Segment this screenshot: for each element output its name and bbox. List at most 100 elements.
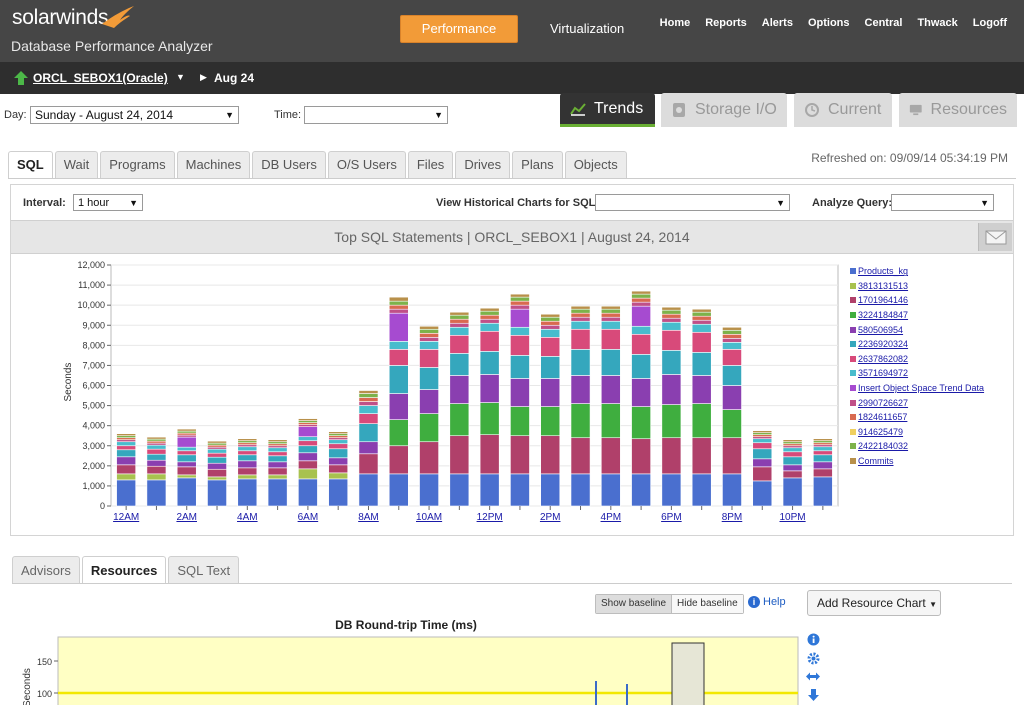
bar-segment <box>510 296 530 302</box>
bar-segment <box>207 444 227 448</box>
view-tab-storage-io[interactable]: Storage I/O <box>661 93 787 127</box>
bar-segment <box>116 437 136 441</box>
bar-segment <box>752 442 773 450</box>
legend-label[interactable]: 3571694972 <box>858 368 908 378</box>
legend-label[interactable]: 580506954 <box>858 325 903 335</box>
legend-item[interactable]: 2236920324 <box>850 337 984 352</box>
bar-segment <box>691 311 712 317</box>
tab-wait[interactable]: Wait <box>54 151 99 178</box>
nav-logoff[interactable]: Logoff <box>973 17 1007 29</box>
bar-segment <box>207 476 227 481</box>
legend-item[interactable]: 1824611657 <box>850 410 984 425</box>
bar-segment <box>510 293 530 298</box>
tab-drives[interactable]: Drives <box>455 151 511 178</box>
legend-item[interactable]: 2990726627 <box>850 395 984 410</box>
bar-segment <box>146 444 167 450</box>
legend-label[interactable]: Commits <box>858 456 894 466</box>
bar-segment <box>267 455 288 463</box>
show-baseline-button[interactable]: Show baseline <box>596 595 673 613</box>
legend-label[interactable]: 2637862082 <box>858 354 908 364</box>
nav-options[interactable]: Options <box>808 17 850 29</box>
tab-programs[interactable]: Programs <box>100 151 175 178</box>
gear-icon[interactable] <box>806 652 820 666</box>
view-tab-current[interactable]: Current <box>794 93 892 127</box>
tab-files[interactable]: Files <box>407 151 454 178</box>
bar-segment <box>419 389 439 414</box>
legend-item[interactable]: 1701964146 <box>850 293 984 308</box>
tab-machines[interactable]: Machines <box>176 151 251 178</box>
tab-plans[interactable]: Plans <box>512 151 563 178</box>
legend-item[interactable]: Insert Object Space Trend Data <box>850 381 984 396</box>
database-selector[interactable]: ORCL_SEBOX1(Oracle) <box>33 71 168 85</box>
tab-sql-text[interactable]: SQL Text <box>168 556 240 584</box>
bar-segment <box>207 479 227 507</box>
info-icon[interactable] <box>806 633 820 647</box>
bar-segment <box>722 473 742 507</box>
nav-thwack[interactable]: Thwack <box>917 17 957 29</box>
legend-item[interactable]: Products_kg <box>850 264 984 279</box>
bar-segment <box>116 473 136 481</box>
x-tick-label: 4PM <box>601 512 622 523</box>
day-select[interactable]: Sunday - August 24, 2014 ▼ <box>30 106 239 124</box>
view-tab-label: Current <box>828 101 882 118</box>
bar-segment <box>237 454 258 462</box>
bar-segment <box>752 466 773 482</box>
view-tab-trends[interactable]: Trends <box>560 93 655 127</box>
expand-horizontal-icon[interactable] <box>806 670 820 684</box>
tab-advisors[interactable]: Advisors <box>12 556 80 584</box>
nav-alerts[interactable]: Alerts <box>762 17 793 29</box>
bar-segment <box>146 459 167 467</box>
tab-resources[interactable]: Resources <box>81 556 167 584</box>
performance-button[interactable]: Performance <box>400 15 518 43</box>
rtt-selected-range[interactable] <box>671 642 705 705</box>
bar-segment <box>116 464 136 475</box>
help-link[interactable]: i Help <box>748 596 786 608</box>
virtualization-button[interactable]: Virtualization <box>550 21 624 36</box>
hide-baseline-button[interactable]: Hide baseline <box>672 595 743 613</box>
historical-sql-select[interactable]: ▼ <box>595 194 790 211</box>
time-select[interactable]: ▼ <box>304 106 448 124</box>
legend-label[interactable]: 2236920324 <box>858 339 908 349</box>
email-button[interactable] <box>978 223 1012 251</box>
legend-label[interactable]: 1701964146 <box>858 295 908 305</box>
nav-reports[interactable]: Reports <box>705 17 747 29</box>
analyze-query-select[interactable]: ▼ <box>891 194 994 211</box>
tab-db-users[interactable]: DB Users <box>252 151 326 178</box>
legend-item[interactable]: 3571694972 <box>850 366 984 381</box>
legend-item[interactable]: 914625479 <box>850 425 984 440</box>
x-tick-label: 12AM <box>113 512 139 523</box>
view-tab-resources[interactable]: Resources <box>899 93 1017 127</box>
legend-label[interactable]: 3224184847 <box>858 310 908 320</box>
legend-label[interactable]: 914625479 <box>858 427 903 437</box>
legend-item[interactable]: 2422184032 <box>850 439 984 454</box>
legend-item[interactable]: Commits <box>850 454 984 469</box>
legend-label[interactable]: 2990726627 <box>858 398 908 408</box>
add-resource-chart-button[interactable]: Add Resource Chart ▼ <box>807 590 941 616</box>
bar-segment <box>479 402 500 436</box>
legend-item[interactable]: 3813131513 <box>850 279 984 294</box>
download-icon[interactable] <box>806 689 820 703</box>
legend-label[interactable]: Insert Object Space Trend Data <box>858 383 984 393</box>
legend-label[interactable]: 1824611657 <box>858 412 907 422</box>
legend-label[interactable]: Products_kg <box>858 266 908 276</box>
bar-segment <box>631 297 651 303</box>
tab-objects[interactable]: Objects <box>564 151 627 178</box>
bar-segment <box>237 474 258 480</box>
chevron-down-icon: ▼ <box>980 198 989 208</box>
legend-item[interactable]: 2637862082 <box>850 352 984 367</box>
nav-central[interactable]: Central <box>865 17 903 29</box>
legend-label[interactable]: 2422184032 <box>858 441 908 451</box>
nav-home[interactable]: Home <box>660 17 691 29</box>
bar-segment <box>207 456 227 464</box>
legend-item[interactable]: 580506954 <box>850 322 984 337</box>
interval-select[interactable]: 1 hour ▼ <box>73 194 143 211</box>
tab-sql[interactable]: SQL <box>8 151 53 179</box>
bar-segment <box>146 442 167 446</box>
bar-segment <box>479 314 500 320</box>
tab-os-users[interactable]: O/S Users <box>327 151 406 178</box>
bar-segment <box>722 329 742 335</box>
chevron-down-icon[interactable]: ▼ <box>176 72 185 82</box>
legend-item[interactable]: 3224184847 <box>850 308 984 323</box>
bar-segment <box>600 403 621 439</box>
legend-label[interactable]: 3813131513 <box>858 281 908 291</box>
